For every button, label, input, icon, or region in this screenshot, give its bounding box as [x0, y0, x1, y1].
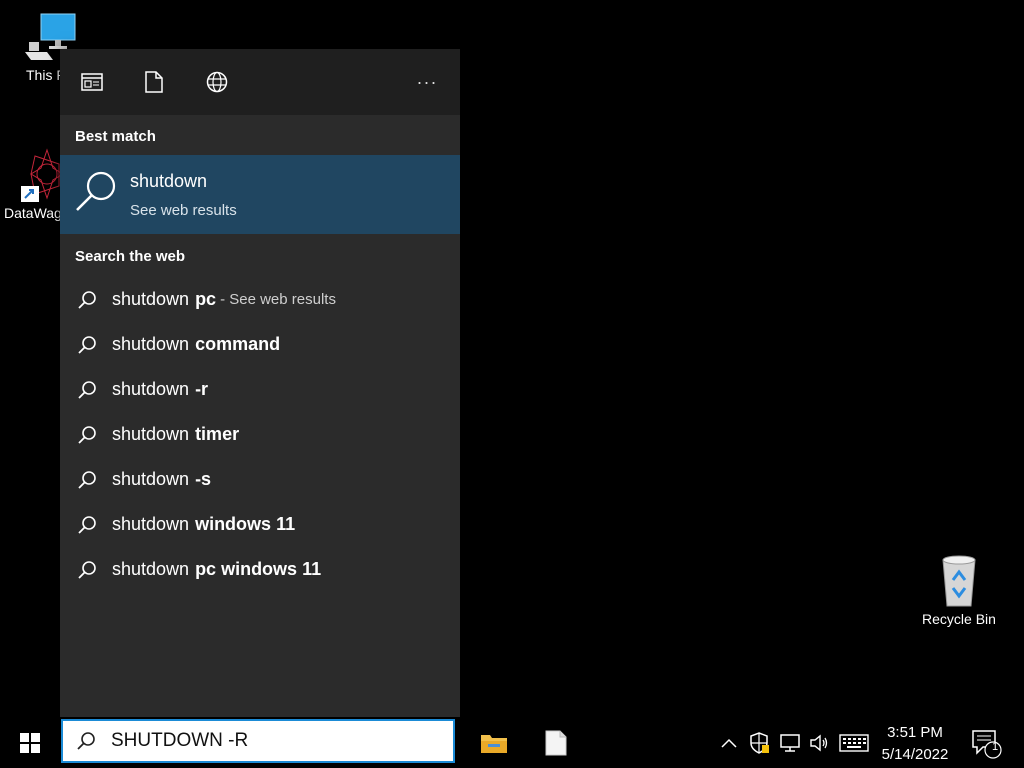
apps-icon [81, 73, 103, 91]
suggestion-prefix: shutdown [112, 334, 190, 354]
suggestion-prefix: shutdown [112, 289, 190, 309]
volume-tray-button[interactable] [808, 731, 832, 755]
web-suggestion-item[interactable]: shutdown -r [60, 367, 460, 412]
datawag-icon [21, 148, 64, 202]
best-match-item[interactable]: shutdown See web results [60, 155, 460, 234]
search-the-web-heading: Search the web [75, 248, 186, 265]
more-options-button[interactable]: ··· [413, 68, 441, 96]
suggestion-bold: windows 11 [195, 514, 296, 534]
web-suggestion-item[interactable]: shutdown pc windows 11 [60, 547, 460, 592]
search-input[interactable] [109, 729, 433, 753]
shield-icon [750, 732, 769, 754]
best-match-title: shutdown [130, 171, 208, 191]
clock-time: 3:51 PM [887, 724, 943, 741]
taskbar-clock[interactable]: 3:51 PM 5/14/2022 [880, 722, 950, 766]
start-button[interactable] [0, 717, 60, 768]
best-match-heading: Best match [75, 128, 156, 145]
keyboard-icon [839, 734, 869, 752]
show-hidden-icons-button[interactable] [720, 731, 738, 755]
search-icon [78, 290, 96, 309]
suggestion-bold: command [195, 334, 281, 354]
windows-logo-icon [20, 732, 40, 753]
search-icon [78, 515, 96, 534]
touch-keyboard-tray-button[interactable] [838, 731, 870, 755]
desktop-icon-recycle-bin[interactable]: Recycle Bin [914, 552, 1004, 627]
network-tray-button[interactable] [778, 731, 802, 755]
web-suggestion-item[interactable]: shutdown command [60, 322, 460, 367]
taskbar: 3:51 PM 5/14/2022 1 [0, 717, 1024, 768]
chevron-up-icon [721, 738, 737, 748]
clock-date: 5/14/2022 [881, 746, 949, 763]
search-icon [78, 470, 96, 489]
search-icon [78, 560, 96, 579]
web-suggestion-item[interactable]: shutdown timer [60, 412, 460, 457]
notepad-taskbar-button[interactable] [539, 726, 573, 760]
suggestion-prefix: shutdown [112, 379, 190, 399]
file-explorer-taskbar-button[interactable] [477, 726, 511, 760]
network-icon [780, 734, 800, 752]
apps-scope-button[interactable] [78, 68, 106, 96]
web-icon [206, 71, 228, 93]
web-scope-button[interactable] [203, 68, 231, 96]
more-icon: ··· [416, 71, 438, 92]
web-suggestion-item[interactable]: shutdown -s [60, 457, 460, 502]
folder-icon [481, 735, 507, 753]
suggestion-bold: -s [195, 469, 212, 489]
suggestion-prefix: shutdown [112, 514, 190, 534]
search-scope-toolbar: ··· [60, 49, 460, 115]
suggestion-prefix: shutdown [112, 469, 190, 489]
suggestion-bold: timer [195, 424, 240, 444]
search-icon [78, 425, 96, 444]
web-suggestion-item[interactable]: shutdown pc - See web results [60, 277, 460, 322]
suggestion-bold: pc windows 11 [195, 559, 322, 579]
speaker-icon [810, 734, 828, 752]
web-suggestions-list: shutdown pc - See web results shutdown c… [60, 277, 460, 592]
document-icon [545, 730, 567, 756]
action-center-button[interactable]: 1 [970, 729, 1004, 759]
recycle-bin-icon [942, 555, 976, 607]
document-icon [145, 71, 163, 93]
best-match-subtitle: See web results [130, 202, 237, 219]
suggestion-hint: - See web results [220, 291, 336, 308]
desktop-icon-label: DataWag [4, 205, 62, 221]
suggestion-prefix: shutdown [112, 424, 190, 444]
desktop-icon-label: Recycle Bin [922, 611, 996, 627]
notification-count-badge: 1 [991, 741, 999, 753]
suggestion-prefix: shutdown [112, 559, 190, 579]
suggestion-bold: pc [195, 289, 217, 309]
web-suggestion-item[interactable]: shutdown windows 11 [60, 502, 460, 547]
search-icon [78, 380, 96, 399]
documents-scope-button[interactable] [140, 68, 168, 96]
search-results-panel: ··· Best match shutdown See web results … [60, 49, 460, 717]
taskbar-search-box[interactable] [61, 719, 455, 763]
desktop-icon-datawag[interactable]: DataWag [4, 146, 66, 221]
security-tray-button[interactable] [748, 731, 770, 755]
search-icon [78, 335, 96, 354]
suggestion-bold: -r [195, 379, 209, 399]
search-icon [76, 171, 116, 211]
search-icon [77, 732, 95, 750]
